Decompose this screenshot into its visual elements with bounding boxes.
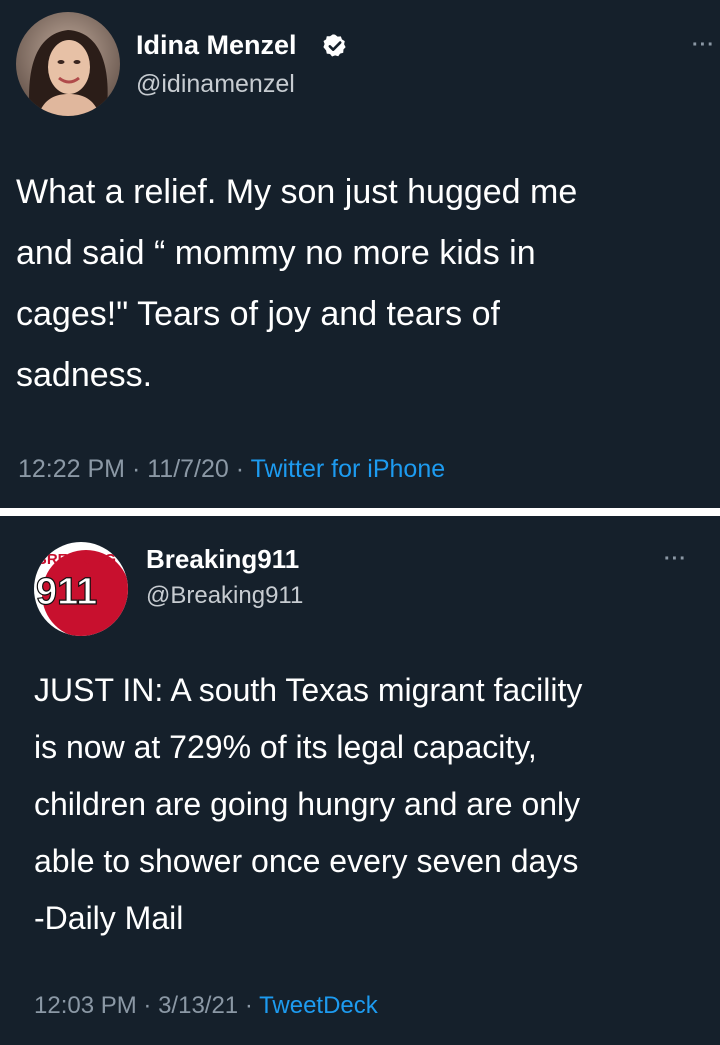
tweet-metadata: 12:22 PM · 11/7/20 · Twitter for iPhone — [18, 455, 445, 484]
tweet-text-line: able to shower once every seven days — [34, 843, 579, 879]
tweet-text-line: is now at 729% of its legal capacity, — [34, 729, 537, 765]
meta-separator: · — [244, 992, 260, 1019]
breaking911-logo-icon: BREAKING 911 — [34, 542, 128, 636]
tweet-card-idina: Idina Menzel @idinamenzel ··· What a rel… — [0, 0, 720, 508]
display-name[interactable]: Breaking911 — [146, 544, 299, 575]
more-options-icon[interactable]: ··· — [692, 34, 715, 57]
tweet-time[interactable]: 12:03 PM — [34, 992, 137, 1019]
tweet-text-line: cages!" Tears of joy and tears of — [16, 295, 500, 333]
avatar-idina[interactable] — [16, 12, 120, 116]
tweet-text-line: and said “ mommy no more kids in — [16, 234, 536, 272]
logo-number-text: 911 — [36, 571, 97, 613]
display-name[interactable]: Idina Menzel — [136, 30, 297, 61]
avatar-photo-icon — [16, 12, 120, 116]
tweet-source-link[interactable]: Twitter for iPhone — [251, 455, 446, 483]
meta-separator: · — [143, 992, 159, 1019]
handle[interactable]: @idinamenzel — [136, 70, 295, 99]
avatar-breaking911[interactable]: BREAKING 911 — [34, 542, 128, 636]
tweet-text-line: What a relief. My son just hugged me — [16, 173, 578, 211]
logo-top-text: BREAKING — [36, 551, 116, 568]
tweet-separator — [0, 508, 720, 516]
verified-badge-icon — [323, 34, 346, 57]
tweet-metadata: 12:03 PM · 3/13/21 · TweetDeck — [34, 992, 378, 1020]
tweet-text-line: children are going hungry and are only — [34, 786, 581, 822]
tweet-source-link[interactable]: TweetDeck — [259, 992, 378, 1019]
tweet-text-line: -Daily Mail — [34, 900, 184, 936]
tweet-time[interactable]: 12:22 PM — [18, 455, 125, 483]
meta-separator: · — [235, 455, 251, 483]
tweet-text: JUST IN: A south Texas migrant facility … — [34, 662, 714, 947]
tweet-text-line: sadness. — [16, 356, 153, 394]
tweet-date[interactable]: 11/7/20 — [147, 455, 229, 483]
meta-separator: · — [131, 455, 148, 483]
tweet-text: What a relief. My son just hugged me and… — [16, 162, 716, 406]
more-options-icon[interactable]: ··· — [664, 548, 687, 571]
tweet-text-line: JUST IN: A south Texas migrant facility — [34, 672, 583, 708]
tweet-date[interactable]: 3/13/21 — [158, 992, 238, 1019]
handle[interactable]: @Breaking911 — [146, 582, 303, 610]
